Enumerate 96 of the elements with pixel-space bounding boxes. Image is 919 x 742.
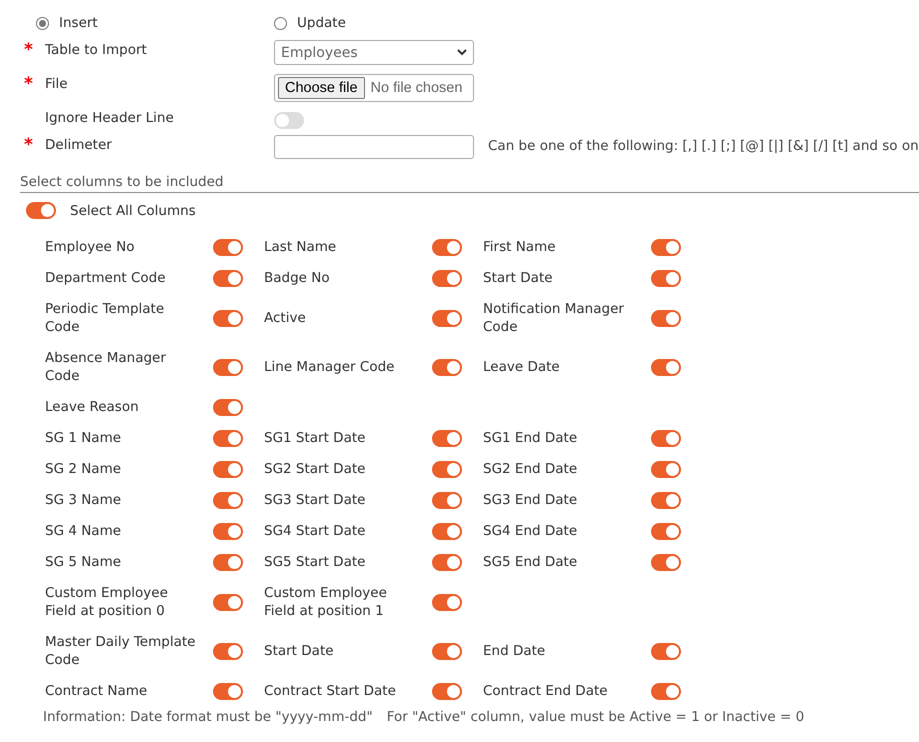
column-label: Master Daily Template Code: [45, 633, 196, 669]
column-label: End Date: [483, 642, 546, 660]
required-mark: *: [24, 74, 33, 94]
choose-file-button[interactable]: Choose file: [278, 77, 365, 99]
toggle-switch[interactable]: [213, 460, 243, 478]
toggle-switch[interactable]: [26, 202, 56, 219]
column-label: SG2 End Date: [483, 460, 578, 478]
toggle-switch[interactable]: [432, 594, 462, 610]
radio-button[interactable]: [36, 16, 49, 30]
field-label: Table to Import: [45, 41, 148, 58]
toggle-switch[interactable]: [651, 682, 681, 700]
toggle-switch[interactable]: [432, 682, 462, 700]
toggle-switch[interactable]: [432, 492, 462, 508]
column-label: Notification Manager Code: [483, 300, 625, 336]
toggle-switch[interactable]: [651, 310, 681, 326]
column-label: Last Name: [264, 238, 338, 256]
toggle-switch[interactable]: [432, 270, 462, 286]
section-title: Select columns to be included: [20, 174, 224, 190]
radio-label: Insert: [59, 15, 98, 31]
toggle-switch[interactable]: [432, 460, 462, 478]
toggle-switch[interactable]: [432, 238, 462, 256]
field-label: Delimeter: [45, 136, 113, 153]
toggle-switch[interactable]: [213, 642, 243, 660]
toggle-switch[interactable]: [213, 554, 243, 570]
column-label: SG2 Start Date: [264, 460, 366, 478]
toggle-switch[interactable]: [213, 594, 243, 610]
chevron-down-icon: [457, 49, 467, 56]
toggle-switch[interactable]: [432, 522, 462, 540]
column-label: SG3 Start Date: [264, 491, 366, 509]
column-label: Leave Date: [483, 358, 561, 376]
file-input[interactable]: Choose file No file chosen: [274, 74, 474, 102]
toggle-switch[interactable]: [213, 398, 243, 416]
column-label: SG 3 Name: [45, 491, 122, 509]
toggle-switch[interactable]: [651, 522, 681, 540]
toggle-switch[interactable]: [651, 238, 681, 256]
column-label: Custom Employee Field at position 0: [45, 584, 169, 620]
column-label: Badge No: [264, 269, 331, 287]
required-mark: *: [24, 40, 33, 60]
toggle-label: Select All Columns: [70, 202, 196, 218]
column-label: SG1 Start Date: [264, 429, 366, 447]
column-label: SG 2 Name: [45, 460, 122, 478]
toggle-switch[interactable]: [432, 430, 462, 446]
column-label: Start Date: [264, 642, 335, 660]
input-field[interactable]: [274, 135, 474, 159]
toggle-switch[interactable]: [651, 430, 681, 446]
column-label: Periodic Template Code: [45, 300, 166, 336]
toggle-switch[interactable]: [274, 112, 304, 129]
toggle-switch[interactable]: [432, 358, 462, 376]
field-label: Ignore Header Line: [45, 109, 175, 126]
toggle-switch[interactable]: [213, 358, 243, 376]
hint-text: Can be one of the following: [,] [.] [;] [@] [|] [&] [/] [t] and so on: [488, 137, 919, 154]
table-select[interactable]: Employees: [274, 40, 474, 65]
toggle-switch[interactable]: [651, 642, 681, 660]
toggle-switch[interactable]: [651, 492, 681, 508]
column-label: SG 4 Name: [45, 522, 122, 540]
column-label: SG 5 Name: [45, 553, 122, 571]
column-label: Contract Name: [45, 682, 148, 700]
toggle-switch[interactable]: [651, 460, 681, 478]
toggle-switch[interactable]: [432, 642, 462, 660]
column-label: Contract Start Date: [264, 682, 397, 700]
toggle-switch[interactable]: [432, 554, 462, 570]
column-label: Department Code: [45, 269, 167, 287]
column-label: Start Date: [483, 269, 554, 287]
required-mark: *: [24, 135, 33, 155]
field-label: File: [45, 75, 69, 92]
toggle-switch[interactable]: [213, 310, 243, 326]
info-text: For "Active" column, value must be Active = 1 or Inactive = 0: [386, 709, 804, 725]
column-label: Contract End Date: [483, 682, 609, 700]
toggle-switch[interactable]: [213, 682, 243, 700]
column-label: SG3 End Date: [483, 491, 578, 509]
column-label: SG4 Start Date: [264, 522, 366, 540]
toggle-switch[interactable]: [651, 270, 681, 286]
info-text: Information: Date format must be "yyyy-mm-dd": [43, 709, 373, 725]
column-label: Absence Manager Code: [45, 349, 167, 385]
toggle-switch[interactable]: [213, 492, 243, 508]
toggle-switch[interactable]: [213, 270, 243, 286]
column-label: SG 1 Name: [45, 429, 122, 447]
column-label: SG1 End Date: [483, 429, 578, 447]
column-label: Leave Reason: [45, 398, 140, 416]
toggle-switch[interactable]: [651, 554, 681, 570]
radio-button[interactable]: [274, 16, 287, 30]
column-label: Line Manager Code: [264, 358, 396, 376]
column-label: SG4 End Date: [483, 522, 578, 540]
radio-label: Update: [297, 15, 346, 31]
column-label: SG5 Start Date: [264, 553, 366, 571]
column-label: Employee No: [45, 238, 136, 256]
toggle-switch[interactable]: [213, 522, 243, 540]
column-label: First Name: [483, 238, 557, 256]
column-label: Custom Employee Field at position 1: [264, 584, 388, 620]
column-label: Active: [264, 309, 307, 327]
column-label: SG5 End Date: [483, 553, 578, 571]
file-status: No file chosen: [370, 80, 462, 96]
toggle-switch[interactable]: [213, 430, 243, 446]
toggle-switch[interactable]: [651, 358, 681, 376]
toggle-switch[interactable]: [213, 238, 243, 256]
toggle-switch[interactable]: [432, 310, 462, 326]
